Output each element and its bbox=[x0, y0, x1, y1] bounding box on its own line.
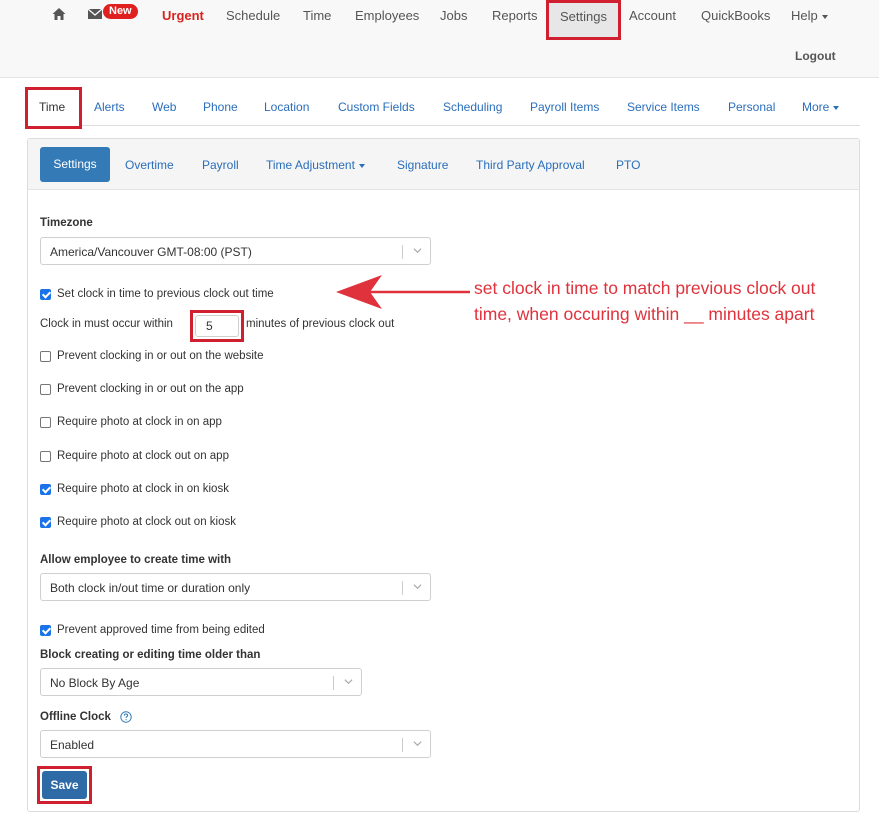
tab-location[interactable]: Location bbox=[264, 100, 309, 114]
subtabs-bar: Settings Overtime Payroll Time Adjustmen… bbox=[28, 139, 859, 190]
subtab-pto[interactable]: PTO bbox=[616, 158, 640, 172]
tab-time[interactable]: Time bbox=[25, 87, 82, 129]
settings-tabs: Time Alerts Web Phone Location Custom Fi… bbox=[25, 87, 860, 129]
chevron-down-icon bbox=[413, 741, 422, 747]
offline-clock-label: Offline Clock bbox=[40, 711, 111, 723]
subtab-third-party-approval[interactable]: Third Party Approval bbox=[476, 158, 585, 172]
tab-web[interactable]: Web bbox=[152, 100, 176, 114]
prevent-approved-checkbox[interactable] bbox=[40, 625, 51, 636]
nav-schedule[interactable]: Schedule bbox=[226, 8, 280, 23]
photo-clock-in-kiosk-checkbox[interactable] bbox=[40, 484, 51, 495]
nav-quickbooks[interactable]: QuickBooks bbox=[701, 8, 770, 23]
nav-time[interactable]: Time bbox=[303, 8, 331, 23]
subtab-time-adjustment-label: Time Adjustment bbox=[266, 158, 355, 172]
nav-help-label: Help bbox=[791, 8, 818, 23]
save-button-highlight: Save bbox=[37, 766, 92, 804]
nav-employees[interactable]: Employees bbox=[355, 8, 419, 23]
photo-clock-out-kiosk-checkbox[interactable] bbox=[40, 517, 51, 528]
save-button[interactable]: Save bbox=[42, 771, 87, 799]
logout-link[interactable]: Logout bbox=[795, 49, 836, 63]
subtab-settings[interactable]: Settings bbox=[40, 147, 110, 182]
checkbox-label: Prevent clocking in or out on the app bbox=[57, 383, 244, 395]
prevent-app-checkbox[interactable] bbox=[40, 384, 51, 395]
checkbox-label: Require photo at clock out on app bbox=[57, 450, 229, 462]
mail-icon[interactable] bbox=[88, 9, 102, 19]
offline-clock-value: Enabled bbox=[50, 738, 95, 752]
subtab-signature[interactable]: Signature bbox=[397, 158, 448, 172]
prevent-website-checkbox[interactable] bbox=[40, 351, 51, 362]
block-editing-label: Block creating or editing time older tha… bbox=[40, 649, 261, 661]
tab-more-label: More bbox=[802, 100, 830, 114]
select-separator bbox=[402, 245, 403, 259]
caret-down-icon bbox=[358, 163, 365, 168]
nav-account[interactable]: Account bbox=[629, 8, 676, 23]
timezone-select[interactable]: America/Vancouver GMT-08:00 (PST) bbox=[40, 237, 431, 265]
new-badge: New bbox=[103, 4, 138, 19]
nav-jobs[interactable]: Jobs bbox=[440, 8, 467, 23]
tab-time-label: Time bbox=[39, 100, 66, 114]
tab-phone[interactable]: Phone bbox=[203, 100, 238, 114]
annotation-arrow-icon bbox=[336, 275, 470, 309]
block-editing-select[interactable]: No Block By Age bbox=[40, 668, 362, 696]
tab-service-items[interactable]: Service Items bbox=[627, 100, 700, 114]
block-editing-value: No Block By Age bbox=[50, 676, 140, 690]
set-clock-label: Set clock in time to previous clock out … bbox=[57, 288, 274, 300]
subtab-overtime[interactable]: Overtime bbox=[125, 158, 174, 172]
allow-create-label: Allow employee to create time with bbox=[40, 554, 232, 566]
tab-alerts[interactable]: Alerts bbox=[94, 100, 125, 114]
caret-down-icon bbox=[821, 14, 828, 19]
select-separator bbox=[333, 676, 334, 690]
annotation-line-1: set clock in time to match previous cloc… bbox=[474, 278, 816, 298]
caret-down-icon bbox=[833, 105, 840, 110]
allow-create-select[interactable]: Both clock in/out time or duration only bbox=[40, 573, 431, 601]
tab-custom-fields[interactable]: Custom Fields bbox=[338, 100, 415, 114]
tab-personal[interactable]: Personal bbox=[728, 100, 775, 114]
clock-in-prefix: Clock in must occur within bbox=[40, 318, 173, 330]
select-separator bbox=[402, 738, 403, 752]
clock-in-minutes-input[interactable]: 5 bbox=[195, 315, 239, 337]
checkbox-label: Require photo at clock out on kiosk bbox=[57, 516, 236, 528]
tab-scheduling[interactable]: Scheduling bbox=[443, 100, 502, 114]
tab-payroll-items[interactable]: Payroll Items bbox=[530, 100, 599, 114]
checkbox-label: Require photo at clock in on kiosk bbox=[57, 483, 229, 495]
select-separator bbox=[402, 581, 403, 595]
photo-clock-out-app-checkbox[interactable] bbox=[40, 451, 51, 462]
chevron-down-icon bbox=[344, 679, 353, 685]
timezone-label: Timezone bbox=[40, 217, 93, 229]
clock-in-minutes-highlight: 5 bbox=[190, 310, 244, 342]
allow-create-value: Both clock in/out time or duration only bbox=[50, 581, 251, 595]
annotation-text: set clock in time to match previous cloc… bbox=[474, 275, 874, 327]
nav-help[interactable]: Help bbox=[791, 8, 828, 23]
checkbox-label: Require photo at clock in on app bbox=[57, 416, 222, 428]
subtab-time-adjustment[interactable]: Time Adjustment bbox=[266, 158, 365, 172]
checkbox-label: Prevent clocking in or out on the websit… bbox=[57, 350, 264, 362]
subtab-payroll[interactable]: Payroll bbox=[202, 158, 239, 172]
annotation-line-2: time, when occuring within __ minutes ap… bbox=[474, 304, 815, 324]
clock-in-suffix: minutes of previous clock out bbox=[246, 318, 395, 330]
help-circle-icon[interactable] bbox=[120, 711, 132, 723]
prevent-approved-label: Prevent approved time from being edited bbox=[57, 624, 265, 636]
nav-settings-label: Settings bbox=[560, 9, 607, 24]
timezone-value: America/Vancouver GMT-08:00 (PST) bbox=[50, 245, 252, 259]
nav-urgent[interactable]: Urgent bbox=[162, 8, 204, 23]
nav-settings[interactable]: Settings bbox=[546, 0, 621, 40]
photo-clock-in-app-checkbox[interactable] bbox=[40, 417, 51, 428]
top-navbar: New Urgent Schedule Time Employees Jobs … bbox=[0, 0, 879, 78]
tab-more[interactable]: More bbox=[802, 100, 840, 114]
offline-clock-select[interactable]: Enabled bbox=[40, 730, 431, 758]
nav-reports[interactable]: Reports bbox=[492, 8, 538, 23]
chevron-down-icon bbox=[413, 248, 422, 254]
set-clock-checkbox[interactable] bbox=[40, 289, 51, 300]
chevron-down-icon bbox=[413, 584, 422, 590]
home-icon[interactable] bbox=[51, 6, 67, 22]
